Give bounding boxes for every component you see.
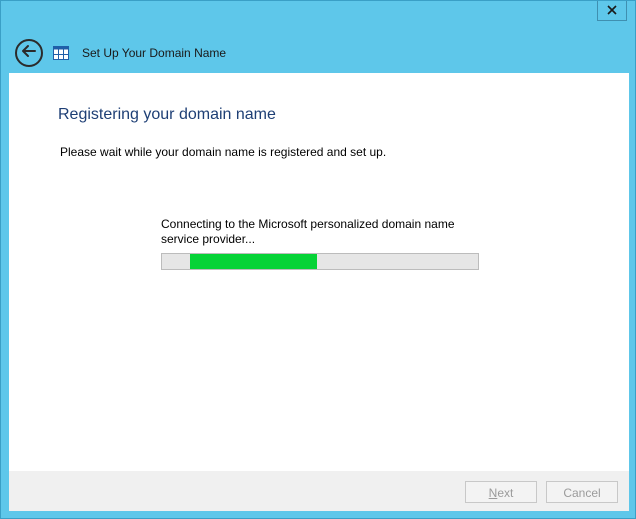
next-button-label: Next (488, 486, 514, 500)
page-heading: Registering your domain name (58, 106, 276, 123)
title-bar: Set Up Your Domain Name (1, 1, 635, 73)
window-grid-icon (53, 46, 69, 60)
setup-window: Set Up Your Domain Name Registering your… (0, 0, 636, 519)
close-icon (607, 2, 617, 20)
footer-bar: Next Cancel (9, 471, 629, 511)
progress-bar (161, 253, 479, 270)
cancel-button[interactable]: Cancel (546, 481, 618, 503)
progress-bar-fill (190, 254, 317, 269)
cancel-button-label: Cancel (563, 486, 601, 500)
back-arrow-icon (21, 44, 37, 63)
status-text: Connecting to the Microsoft personalized… (161, 217, 455, 246)
page-description: Please wait while your domain name is re… (60, 145, 387, 159)
window-title: Set Up Your Domain Name (82, 46, 227, 60)
next-button[interactable]: Next (465, 481, 537, 503)
close-button[interactable] (597, 1, 627, 21)
back-button[interactable] (15, 39, 43, 67)
content-panel: Registering your domain name Please wait… (9, 73, 629, 471)
